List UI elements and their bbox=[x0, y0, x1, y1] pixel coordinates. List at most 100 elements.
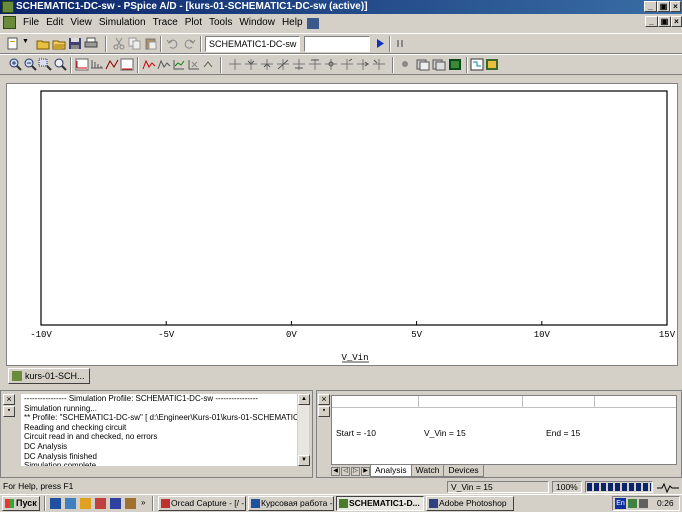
tab-devices[interactable]: Devices bbox=[443, 465, 484, 477]
status-pin-icon[interactable]: ▪ bbox=[318, 406, 330, 417]
menu-window[interactable]: Window bbox=[236, 17, 279, 32]
eval-goal-icon[interactable] bbox=[157, 58, 171, 71]
clock[interactable]: 0:26 bbox=[657, 498, 674, 508]
plot-area[interactable]: -10V -5V 0V 5V 10V 15V V_Vin bbox=[7, 84, 679, 367]
document-tab[interactable]: kurs-01-SCH... bbox=[8, 368, 90, 384]
tab-next-icon[interactable]: ▷ bbox=[351, 466, 360, 476]
cursor-min-icon[interactable] bbox=[292, 58, 306, 71]
language-indicator[interactable]: En bbox=[615, 498, 626, 509]
explorer-quicklaunch-icon[interactable] bbox=[95, 498, 106, 509]
zoom-out-icon[interactable] bbox=[23, 58, 37, 71]
cursor-peak-icon[interactable] bbox=[244, 58, 258, 71]
doc-restore-icon[interactable]: ▣ bbox=[658, 16, 671, 27]
task-course-work[interactable]: Курсовая работа - ... bbox=[248, 496, 334, 511]
output-pin-icon[interactable]: ▪ bbox=[3, 406, 15, 417]
menu-simulation[interactable]: Simulation bbox=[96, 17, 150, 32]
media-quicklaunch-icon[interactable] bbox=[80, 498, 91, 509]
output-scrollbar[interactable]: ▲ ▼ bbox=[297, 394, 310, 466]
undo-icon[interactable] bbox=[166, 37, 180, 50]
add-plot-icon[interactable] bbox=[172, 58, 186, 71]
close-icon[interactable]: × bbox=[670, 1, 681, 12]
doc-close-icon[interactable]: × bbox=[671, 16, 682, 27]
delete-plot-icon[interactable] bbox=[187, 58, 201, 71]
tab-watch[interactable]: Watch bbox=[410, 465, 445, 477]
zoom-area-icon[interactable] bbox=[38, 58, 52, 71]
zoom-fit-icon[interactable] bbox=[53, 58, 67, 71]
quicklaunch-more-icon[interactable]: » bbox=[141, 498, 145, 507]
save-icon[interactable] bbox=[68, 37, 82, 50]
maximize-icon[interactable]: ▣ bbox=[657, 1, 670, 12]
volume-icon[interactable] bbox=[639, 499, 648, 508]
task-orcad-capture[interactable]: Orcad Capture - [/ - (... bbox=[158, 496, 246, 511]
document-icon[interactable] bbox=[3, 16, 16, 29]
doc-minimize-icon[interactable]: _ bbox=[645, 16, 658, 27]
paste-icon[interactable] bbox=[144, 37, 158, 50]
output-line: Reading and checking circuit bbox=[24, 422, 127, 432]
menu-plot[interactable]: Plot bbox=[182, 17, 206, 32]
plot-window[interactable]: -10V -5V 0V 5V 10V 15V V_Vin bbox=[6, 83, 678, 366]
power-marker-icon[interactable] bbox=[448, 58, 462, 71]
run-icon[interactable] bbox=[373, 37, 387, 50]
print-icon[interactable] bbox=[84, 37, 98, 50]
scroll-up-icon[interactable]: ▲ bbox=[298, 394, 310, 405]
x-tick-label: -5V bbox=[158, 330, 175, 340]
menu-edit[interactable]: Edit bbox=[43, 17, 67, 32]
current-marker-icon[interactable] bbox=[432, 58, 446, 71]
device-icon[interactable] bbox=[485, 58, 499, 71]
save-quicklaunch-icon[interactable] bbox=[110, 498, 121, 509]
output-close-icon[interactable]: × bbox=[3, 394, 15, 405]
menu-trace[interactable]: Trace bbox=[150, 17, 182, 32]
menu-help[interactable]: Help bbox=[279, 17, 307, 32]
task-photoshop[interactable]: Adobe Photoshop bbox=[426, 496, 514, 511]
cursor-trough-icon[interactable] bbox=[260, 58, 274, 71]
tab-prev-icon[interactable]: ◁ bbox=[341, 466, 350, 476]
new-dropdown-icon[interactable]: ▼ bbox=[22, 38, 29, 45]
cursor-slope-icon[interactable] bbox=[276, 58, 290, 71]
desktop-quicklaunch-icon[interactable] bbox=[50, 498, 61, 509]
performance-icon[interactable] bbox=[105, 58, 119, 71]
browser-quicklaunch-icon[interactable] bbox=[65, 498, 76, 509]
schematic-icon[interactable] bbox=[470, 58, 484, 71]
copy-icon[interactable] bbox=[128, 37, 142, 50]
context-help-icon[interactable] bbox=[306, 18, 319, 29]
task-pspice[interactable]: SCHEMATIC1-D... bbox=[336, 496, 424, 511]
probe-icon[interactable] bbox=[398, 58, 412, 71]
simulation-profile-select[interactable]: SCHEMATIC1-DC-sw bbox=[205, 36, 300, 52]
cursor-toggle-icon[interactable] bbox=[228, 58, 242, 71]
open-folder-icon[interactable] bbox=[52, 37, 66, 50]
menu-tools[interactable]: Tools bbox=[206, 17, 236, 32]
minimize-icon[interactable]: _ bbox=[644, 1, 657, 12]
log-x-icon[interactable] bbox=[75, 58, 89, 71]
x-tick-label: -10V bbox=[30, 330, 52, 340]
search-combo[interactable] bbox=[304, 36, 370, 52]
cursor-point-icon[interactable] bbox=[324, 58, 338, 71]
tab-first-icon[interactable]: ◀ bbox=[331, 466, 340, 476]
mark-label-icon[interactable] bbox=[372, 58, 386, 71]
redo-icon[interactable] bbox=[182, 37, 196, 50]
network-icon[interactable] bbox=[628, 499, 637, 508]
menu-file[interactable]: File bbox=[20, 17, 43, 32]
edit-quicklaunch-icon[interactable] bbox=[125, 498, 136, 509]
scroll-down-icon[interactable]: ▼ bbox=[298, 455, 310, 466]
start-button[interactable]: Пуск bbox=[2, 496, 40, 511]
new-icon[interactable] bbox=[6, 37, 20, 50]
tab-last-icon[interactable]: ▶ bbox=[361, 466, 370, 476]
fourier-icon[interactable] bbox=[90, 58, 104, 71]
menu-view[interactable]: View bbox=[67, 17, 96, 32]
cut-icon[interactable] bbox=[112, 37, 126, 50]
x-tick-label: 15V bbox=[659, 330, 676, 340]
zoom-in-icon[interactable] bbox=[8, 58, 22, 71]
tab-analysis[interactable]: Analysis bbox=[370, 465, 412, 477]
voltage-marker-icon[interactable] bbox=[416, 58, 430, 71]
orcad-icon bbox=[161, 499, 170, 508]
open-icon[interactable] bbox=[36, 37, 50, 50]
label-icon[interactable] bbox=[202, 58, 216, 71]
output-log[interactable]: ---------------- Simulation Profile: SCH… bbox=[21, 394, 297, 466]
pause-icon[interactable] bbox=[393, 37, 407, 50]
log-y-icon[interactable] bbox=[120, 58, 134, 71]
cursor-next-icon[interactable] bbox=[356, 58, 370, 71]
status-close-icon[interactable]: × bbox=[318, 394, 330, 405]
add-trace-icon[interactable] bbox=[142, 58, 156, 71]
cursor-max-icon[interactable] bbox=[308, 58, 322, 71]
cursor-search-icon[interactable] bbox=[340, 58, 354, 71]
